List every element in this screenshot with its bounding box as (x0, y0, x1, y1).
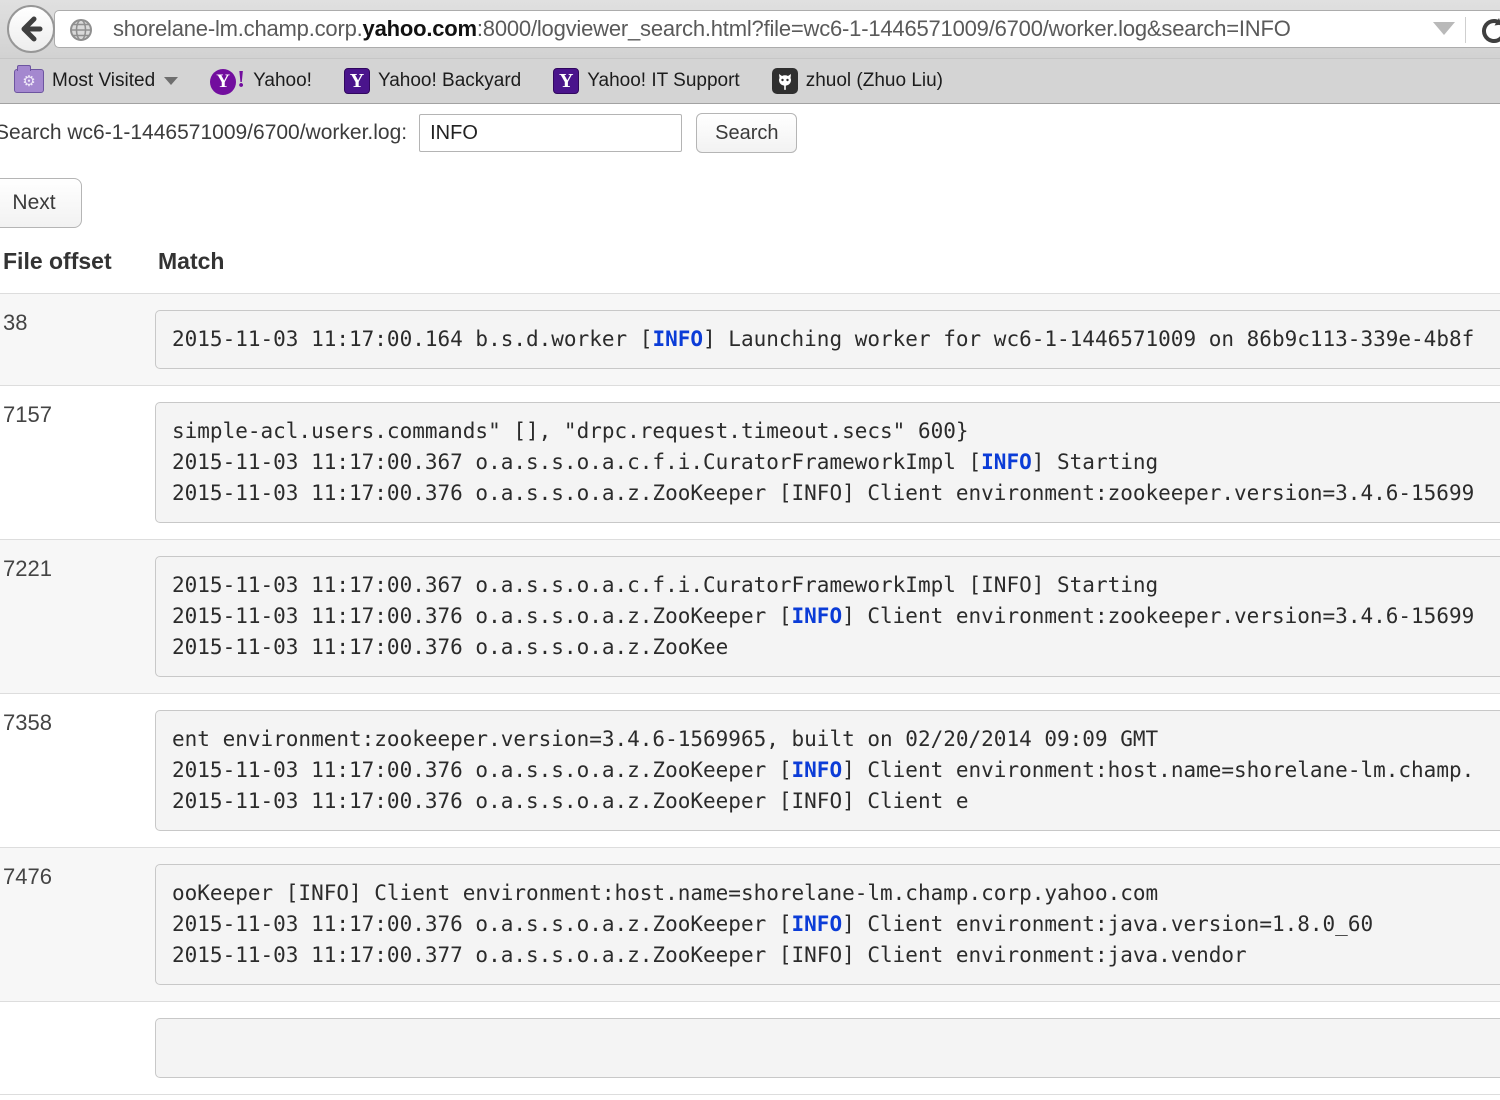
file-offset-value: 7476 (0, 848, 155, 1002)
bookmark-label: Yahoo! (253, 70, 312, 92)
bookmarks-bar: ⚙ Most Visited Y! Yahoo! Y Yahoo! Backya… (0, 58, 1500, 104)
file-offset-value: 7157 (0, 386, 155, 540)
yahoo-square-icon: Y (553, 68, 579, 94)
search-match-highlight: INFO (792, 912, 843, 936)
next-button[interactable]: Next (0, 178, 82, 228)
url-domain: yahoo.com (363, 16, 477, 41)
bookmark-label: Most Visited (52, 70, 155, 92)
history-dropdown-icon[interactable] (1433, 22, 1455, 35)
search-input[interactable] (419, 114, 682, 152)
log-match-block: 2015-11-03 11:17:00.164 b.s.d.worker [IN… (155, 310, 1500, 369)
bookmark-item[interactable]: Y Yahoo! IT Support (553, 68, 739, 94)
file-offset-value: 7358 (0, 694, 155, 848)
table-row: 7157simple-acl.users.commands" [], "drpc… (0, 386, 1500, 540)
bookmark-item[interactable]: ⚙ Most Visited (14, 69, 178, 93)
url-bar-divider (1465, 17, 1466, 43)
results-table: File offset Match 382015-11-03 11:17:00.… (0, 248, 1500, 1095)
log-match-block: ent environment:zookeeper.version=3.4.6-… (155, 710, 1500, 831)
yahoo-logo-icon: Y! (210, 67, 245, 95)
table-row: 72212015-11-03 11:17:00.367 o.a.s.s.o.a.… (0, 540, 1500, 694)
log-match-block (155, 1018, 1500, 1078)
results-header-row: File offset Match (0, 248, 1500, 294)
address-bar[interactable]: shorelane-lm.champ.corp.yahoo.com:8000/l… (54, 10, 1500, 48)
log-match-block: 2015-11-03 11:17:00.367 o.a.s.s.o.a.c.f.… (155, 556, 1500, 677)
search-button[interactable]: Search (696, 113, 797, 153)
table-row: 7476ooKeeper [INFO] Client environment:h… (0, 848, 1500, 1002)
table-row (0, 1002, 1500, 1095)
bookmark-item[interactable]: zhuol (Zhuo Liu) (772, 68, 943, 94)
chevron-down-icon (164, 77, 178, 85)
bookmark-item[interactable]: Y Yahoo! Backyard (344, 68, 521, 94)
search-match-highlight: INFO (792, 758, 843, 782)
log-match-block: ooKeeper [INFO] Client environment:host.… (155, 864, 1500, 985)
browser-toolbar: shorelane-lm.champ.corp.yahoo.com:8000/l… (0, 0, 1500, 58)
folder-gear-icon: ⚙ (14, 69, 44, 93)
yahoo-square-icon: Y (344, 68, 370, 94)
bookmark-label: Yahoo! Backyard (378, 70, 521, 92)
reload-icon[interactable] (1479, 16, 1500, 46)
back-button[interactable] (7, 5, 55, 53)
table-row: 382015-11-03 11:17:00.164 b.s.d.worker [… (0, 294, 1500, 386)
logviewer-page: Search wc6-1-1446571009/6700/worker.log:… (0, 104, 1500, 1095)
file-offset-value (0, 1002, 155, 1095)
search-form: Search wc6-1-1446571009/6700/worker.log:… (0, 112, 1500, 154)
github-icon (772, 68, 798, 94)
globe-icon (69, 18, 93, 42)
match-header: Match (155, 248, 1500, 294)
search-match-highlight: INFO (652, 327, 703, 351)
search-label: Search wc6-1-1446571009/6700/worker.log: (0, 121, 407, 145)
log-match-block: simple-acl.users.commands" [], "drpc.req… (155, 402, 1500, 523)
back-arrow-icon (18, 16, 44, 42)
file-offset-value: 7221 (0, 540, 155, 694)
search-match-highlight: INFO (981, 450, 1032, 474)
search-match-highlight: INFO (792, 604, 843, 628)
results-body: 382015-11-03 11:17:00.164 b.s.d.worker [… (0, 294, 1500, 1095)
bookmark-label: zhuol (Zhuo Liu) (806, 70, 943, 92)
table-row: 7358ent environment:zookeeper.version=3.… (0, 694, 1500, 848)
bookmark-item[interactable]: Y! Yahoo! (210, 67, 312, 95)
url-text: shorelane-lm.champ.corp.yahoo.com:8000/l… (113, 16, 1291, 42)
bookmark-label: Yahoo! IT Support (587, 70, 739, 92)
file-offset-header: File offset (0, 248, 155, 294)
file-offset-value: 38 (0, 294, 155, 386)
